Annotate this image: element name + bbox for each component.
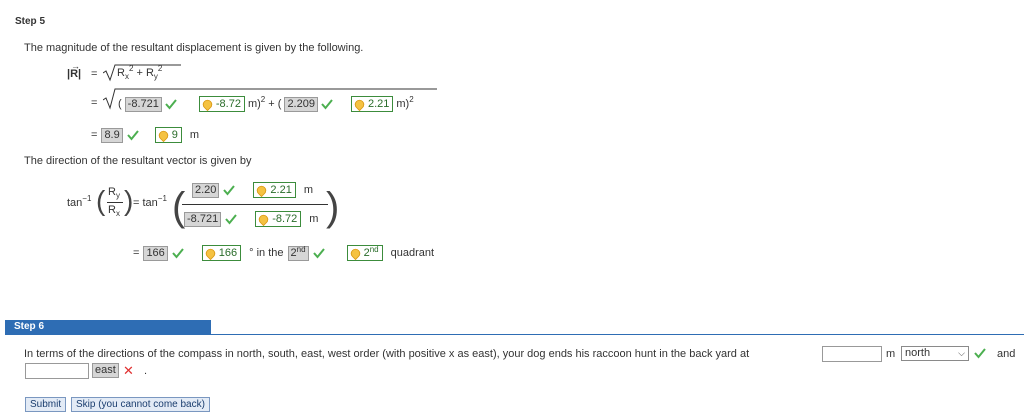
chevron-down-icon: ⌵	[958, 348, 965, 358]
key-answer-angle: 166	[201, 245, 242, 261]
step6-header: Step 6	[5, 320, 211, 334]
step6-question: In terms of the directions of the compas…	[24, 348, 750, 360]
step6-divider	[5, 334, 1024, 335]
step5-label: Step 5	[15, 16, 46, 27]
direction-select-1[interactable]: north ⌵	[901, 346, 969, 361]
key-answer-denominator: -8.72	[255, 211, 302, 227]
tan-inverse-label: tan−1	[67, 194, 92, 209]
paren-right-2: )	[326, 185, 340, 229]
frac-ry: Ry	[108, 186, 120, 200]
answer-angle-input: 166	[143, 245, 168, 261]
angle-line: = 166 166 ° in the 2nd 2nd quadrant	[133, 244, 435, 261]
check-icon	[172, 248, 184, 259]
step5-intro: The magnitude of the resultant displacem…	[24, 42, 364, 54]
key-answer-magnitude: 9	[154, 127, 182, 143]
unit-m-label: m	[886, 348, 896, 360]
equals-sign-2: =	[91, 97, 98, 109]
answer-denominator-input: -8.721	[184, 211, 222, 227]
period: .	[144, 365, 148, 377]
key-icon	[203, 246, 217, 260]
equals-tan-inverse: = tan−1	[133, 194, 167, 209]
key-answer-rx: -8.72	[198, 96, 245, 112]
check-icon	[225, 214, 237, 225]
paren-left-1: (	[96, 185, 106, 216]
check-icon	[974, 348, 986, 359]
fraction-line-1	[107, 202, 123, 203]
answer-numerator-input: 2.20	[192, 182, 220, 198]
frac-rx: Rx	[108, 204, 120, 218]
east-distance-input[interactable]	[25, 363, 89, 379]
numerator-answers: 2.20 2.21 m	[192, 182, 313, 198]
direction-intro: The direction of the resultant vector is…	[24, 155, 252, 167]
check-icon	[165, 99, 177, 110]
denominator-answers: -8.721 -8.72 m	[184, 211, 318, 227]
line3-expression: = 8.9 9 m	[91, 127, 200, 143]
key-icon	[348, 246, 362, 260]
check-icon	[223, 185, 236, 196]
key-answer-numerator: 2.21	[253, 182, 296, 198]
answer-rx-input: -8.721	[124, 96, 162, 112]
fraction-line-2	[182, 204, 328, 205]
equals-sign-1: =	[91, 68, 98, 80]
key-answer-ry: 2.21	[350, 96, 394, 112]
key-answer-quadrant: 2nd	[346, 245, 383, 261]
magnitude-symbol: |R → |	[67, 61, 82, 80]
paren-right-1: )	[124, 185, 134, 216]
north-distance-input[interactable]	[822, 346, 882, 362]
direction-select-2[interactable]: east	[92, 363, 119, 378]
answer-ry-input: 2.209	[284, 96, 318, 112]
answer-quadrant-input: 2nd	[287, 245, 309, 261]
line2-expression: ( -8.721 -8.72 m)2 + ( 2.209 2.21 m)2	[118, 95, 414, 112]
skip-button[interactable]: Skip (you cannot come back)	[71, 397, 210, 412]
wrong-x-icon: ✕	[123, 363, 134, 378]
key-icon	[352, 97, 367, 111]
formula-rx-ry: Rx2 + Ry2	[117, 64, 163, 81]
key-icon	[255, 183, 269, 197]
key-icon	[257, 212, 271, 226]
check-icon	[321, 99, 333, 110]
and-text: and	[997, 348, 1016, 360]
check-icon	[312, 248, 325, 259]
check-icon	[126, 130, 139, 141]
answer-magnitude-input: 8.9	[101, 127, 123, 143]
key-icon	[200, 97, 214, 111]
key-icon	[156, 128, 170, 142]
submit-button[interactable]: Submit	[25, 397, 67, 412]
